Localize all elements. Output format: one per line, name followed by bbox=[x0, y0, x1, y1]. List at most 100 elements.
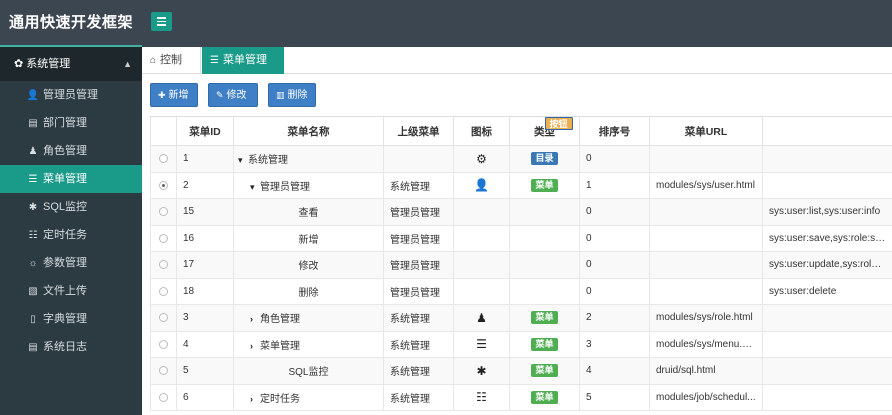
sidebar-item-3[interactable]: ☰ 菜单管理 bbox=[0, 165, 142, 193]
sidebar-item-4[interactable]: ✱ SQL监控 bbox=[0, 193, 142, 221]
cell-order: 0 bbox=[579, 224, 650, 252]
sun-icon: ☼ bbox=[28, 258, 38, 269]
trash-icon: ▥ bbox=[276, 90, 285, 100]
chevron-right-icon[interactable]: › bbox=[250, 341, 260, 351]
table-row[interactable]: 16新增管理员管理 按钮0 sys:user:save,sys:role:selec… bbox=[150, 116, 892, 252]
cell-select[interactable] bbox=[150, 251, 177, 279]
table-row[interactable]: 18 删除 管理员管理 按钮 0 sys:user:delete bbox=[150, 116, 892, 305]
cell-type: 按钮 bbox=[509, 116, 580, 252]
menu-toggle-button[interactable] bbox=[151, 12, 172, 31]
main-content: ✚ 新增 ✎ 修改 ▥ 删除 菜单ID 菜单名称 上级菜单 图标 类型 排序号 菜单U… bbox=[142, 74, 892, 415]
chevron-right-icon[interactable]: › bbox=[250, 314, 260, 324]
tasks-icon: ☷ bbox=[476, 390, 487, 405]
row-radio[interactable] bbox=[159, 286, 168, 296]
sidebar-group-header[interactable]: ✿ 系统管理 ▲ bbox=[0, 47, 142, 81]
table-header-row: 菜单ID 菜单名称 上级菜单 图标 类型 排序号 菜单URL bbox=[150, 116, 892, 146]
row-radio[interactable] bbox=[159, 339, 168, 349]
sidebar-item-5[interactable]: ☷ 定时任务 bbox=[0, 221, 142, 249]
sidebar-item-1[interactable]: ▤ 部门管理 bbox=[0, 109, 142, 137]
sidebar-item-2[interactable]: ♟ 角色管理 bbox=[0, 137, 142, 165]
table-row[interactable]: 6 › 定时任务 系统管理 ☷ 菜单 5 modules/job/schedul... bbox=[150, 383, 892, 411]
add-button[interactable]: ✚ 新增 bbox=[150, 83, 198, 107]
cell-select[interactable] bbox=[150, 383, 177, 411]
cell-select[interactable] bbox=[150, 145, 177, 173]
header-select bbox=[150, 116, 177, 146]
row-radio[interactable] bbox=[159, 313, 168, 323]
tab-console[interactable]: ⌂控制台 bbox=[142, 47, 201, 93]
header-icon[interactable]: 图标 bbox=[453, 116, 510, 146]
cell-menu-id: 4 bbox=[176, 330, 234, 358]
header-parent-menu[interactable]: 上级菜单 bbox=[383, 116, 454, 146]
header-menu-name[interactable]: 菜单名称 bbox=[233, 116, 384, 146]
sidebar-item-0[interactable]: 👤 管理员管理 bbox=[0, 81, 142, 109]
row-radio[interactable] bbox=[159, 180, 168, 190]
header-url[interactable]: 菜单URL bbox=[649, 116, 763, 146]
row-radio[interactable] bbox=[159, 366, 168, 376]
sidebar-item-9[interactable]: ▤ 系统日志 bbox=[0, 333, 142, 361]
cell-select[interactable] bbox=[150, 330, 177, 358]
cell-icon bbox=[453, 251, 510, 279]
bug-icon: ✱ bbox=[476, 363, 487, 378]
row-radio[interactable] bbox=[159, 392, 168, 402]
cell-order: 0 bbox=[579, 145, 650, 173]
cell-icon: ☰ bbox=[453, 330, 510, 358]
sidebar-item-7[interactable]: ▧ 文件上传 bbox=[0, 277, 142, 305]
edit-icon: ✎ bbox=[216, 90, 224, 100]
sidebar-item-8[interactable]: ▯ 字典管理 bbox=[0, 305, 142, 333]
table-row[interactable]: 4 › 菜单管理 系统管理 ☰ 菜单 3 modules/sys/menu.h... bbox=[150, 330, 892, 358]
tasks-icon: ☷ bbox=[28, 230, 38, 241]
cell-order: 4 bbox=[579, 357, 650, 385]
cell-select[interactable] bbox=[150, 224, 177, 252]
type-badge: 菜单 bbox=[531, 337, 558, 351]
delete-button[interactable]: ▥ 删除 bbox=[268, 83, 316, 107]
header-order[interactable]: 排序号 bbox=[579, 116, 650, 146]
table-row[interactable]: 17修改管理员管理按钮0sys:user:update,sys:role:sel… bbox=[150, 116, 892, 279]
sidebar-item-6[interactable]: ☼ 参数管理 bbox=[0, 249, 142, 277]
row-radio[interactable] bbox=[159, 207, 168, 217]
plus-icon: ✚ bbox=[158, 90, 166, 100]
cell-select[interactable] bbox=[150, 304, 177, 332]
type-badge: 菜单 bbox=[531, 311, 558, 325]
row-radio[interactable] bbox=[159, 154, 168, 164]
cell-parent-menu: 系统管理 bbox=[383, 171, 454, 199]
edit-button[interactable]: ✎ 修改 bbox=[208, 83, 258, 107]
cell-url bbox=[649, 198, 763, 226]
tab-menu-management[interactable]: ☰菜单管理✕ bbox=[202, 47, 284, 93]
chevron-down-icon[interactable]: ▾ bbox=[238, 155, 248, 166]
table-row[interactable]: 5 SQL监控 系统管理 ✱ 菜单 4 druid/sql.html bbox=[150, 357, 892, 385]
cell-perms: sys:user:delete bbox=[762, 277, 892, 305]
cell-menu-id: 3 bbox=[176, 304, 234, 332]
cell-url bbox=[649, 224, 763, 252]
cell-url bbox=[649, 145, 763, 173]
table-row[interactable]: 2 ▾ 管理员管理 系统管理 👤 菜单 1 modules/sys/user.html bbox=[150, 171, 892, 199]
gear-icon: ⚙ bbox=[476, 151, 487, 166]
cell-type: 菜单 bbox=[509, 330, 580, 358]
bug-icon: ✱ bbox=[28, 202, 38, 213]
sidebar-group-label: 系统管理 bbox=[26, 58, 71, 70]
chevron-down-icon[interactable]: ▾ bbox=[250, 182, 260, 193]
table-row[interactable]: 15查看管理员管理 按钮0 sys:user:list,sys:user:info bbox=[150, 116, 892, 226]
sidebar-item-label: 参数管理 bbox=[43, 257, 87, 269]
row-radio[interactable] bbox=[159, 233, 168, 243]
chevron-right-icon[interactable]: › bbox=[250, 394, 260, 404]
cell-select[interactable] bbox=[150, 198, 177, 226]
cell-select[interactable] bbox=[150, 277, 177, 305]
cell-select[interactable] bbox=[150, 171, 177, 199]
type-badge: 菜单 bbox=[531, 390, 558, 404]
table-row[interactable]: 1 ▾ 系统管理 ⚙ 目录 0 bbox=[150, 145, 892, 173]
row-radio[interactable] bbox=[159, 260, 168, 270]
cell-url: modules/sys/user.html bbox=[649, 171, 763, 199]
cell-url: modules/job/schedul... bbox=[649, 383, 763, 411]
header-menu-id[interactable]: 菜单ID bbox=[176, 116, 234, 146]
file-text-icon: ▤ bbox=[28, 342, 38, 353]
caret-up-icon: ▲ bbox=[123, 59, 132, 69]
table-row[interactable]: 3 › 角色管理 系统管理 ♟ 菜单 2 modules/sys/role.html bbox=[150, 304, 892, 332]
cell-menu-name: ▾ 管理员管理 bbox=[233, 171, 384, 199]
cell-parent-menu bbox=[383, 145, 454, 173]
hamburger-icon bbox=[157, 17, 166, 19]
cell-icon: 👤 bbox=[453, 171, 510, 199]
cell-type: 菜单 bbox=[509, 171, 580, 199]
user-icon: 👤 bbox=[474, 178, 489, 193]
cell-select[interactable] bbox=[150, 357, 177, 385]
cell-url: druid/sql.html bbox=[649, 357, 763, 385]
